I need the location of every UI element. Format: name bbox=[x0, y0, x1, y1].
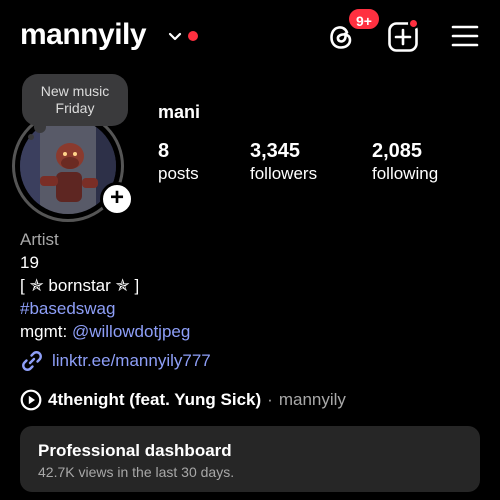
dashboard-title: Professional dashboard bbox=[38, 441, 232, 460]
note-line-1: New music bbox=[40, 83, 110, 99]
following-label: following bbox=[372, 164, 439, 183]
following-count[interactable]: 2,085 following bbox=[372, 140, 438, 184]
notification-dot bbox=[188, 31, 198, 41]
followers-value: 3,345 bbox=[250, 140, 301, 162]
followers-label: followers bbox=[250, 164, 318, 183]
note-tail-small bbox=[28, 134, 34, 140]
dashboard-subtitle: 42.7K views in the last 30 days. bbox=[38, 464, 235, 480]
chevron-down-icon[interactable] bbox=[168, 30, 182, 44]
bio-line-tagline: [ ✯ bornstar ✯ ] bbox=[20, 276, 140, 295]
threads-badge: 9+ bbox=[347, 7, 381, 31]
note-line-2: Friday bbox=[55, 100, 95, 116]
menu-icon[interactable] bbox=[451, 24, 479, 48]
mgmt-mention[interactable]: @willowdotjpeg bbox=[72, 322, 190, 341]
display-name: mani bbox=[158, 102, 201, 122]
followers-count[interactable]: 3,345 followers bbox=[250, 140, 317, 184]
posts-count[interactable]: 8 posts bbox=[158, 140, 199, 184]
following-value: 2,085 bbox=[372, 140, 423, 162]
add-story-button[interactable]: + bbox=[100, 182, 134, 216]
link-icon bbox=[22, 351, 42, 371]
note-tail bbox=[34, 121, 46, 133]
music-artist: mannyily bbox=[278, 390, 346, 409]
bio-link-text[interactable]: linktr.ee/mannyily777 bbox=[52, 351, 211, 371]
mgmt-label: mgmt: bbox=[20, 322, 72, 341]
play-icon[interactable] bbox=[20, 389, 42, 411]
posts-label: posts bbox=[158, 164, 199, 183]
bio-hashtag[interactable]: #basedswag bbox=[20, 297, 190, 320]
bio-category: Artist bbox=[20, 230, 59, 249]
music-separator: · bbox=[267, 390, 273, 409]
profile-note[interactable]: New music Friday bbox=[22, 74, 128, 126]
bio-mgmt-line: mgmt: @willowdotjpeg bbox=[20, 320, 190, 343]
bio: Artist 19 [ ✯ bornstar ✯ ] #basedswag mg… bbox=[20, 228, 190, 343]
profile-music[interactable]: 4thenight (feat. Yung Sick) · mannyily bbox=[20, 388, 346, 412]
top-bar: mannyily 9+ bbox=[0, 0, 500, 72]
add-post-dot bbox=[408, 18, 419, 29]
music-song-title: 4thenight (feat. Yung Sick) bbox=[48, 390, 262, 409]
username-switcher[interactable]: mannyily bbox=[20, 18, 147, 52]
bio-link[interactable]: linktr.ee/mannyily777 bbox=[20, 348, 211, 374]
posts-value: 8 bbox=[158, 140, 170, 162]
bio-line-age: 19 bbox=[20, 253, 39, 272]
professional-dashboard[interactable]: Professional dashboard 42.7K views in th… bbox=[20, 426, 480, 492]
